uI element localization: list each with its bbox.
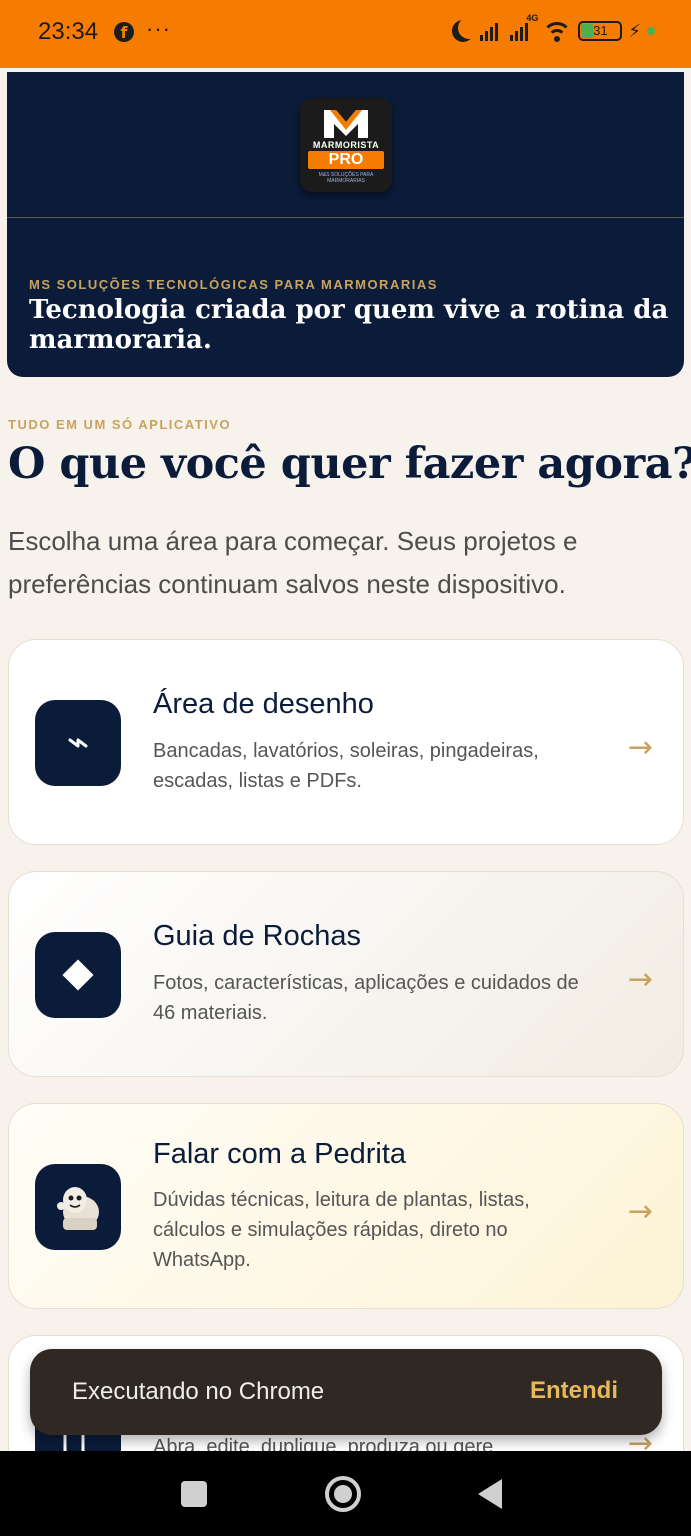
network-label: 4G: [526, 13, 539, 23]
card-talk-to-pedrita[interactable]: Falar com a Pedrita Dúvidas técnicas, le…: [8, 1103, 684, 1309]
card-title: Guia de Rochas: [153, 920, 361, 952]
back-button[interactable]: [478, 1479, 502, 1509]
card-description: Dúvidas técnicas, leitura de plantas, li…: [153, 1189, 530, 1271]
dismiss-button[interactable]: Entendi: [530, 1377, 618, 1405]
more-notifications-icon: ···: [146, 16, 171, 41]
page-subtitle: Escolha uma área para começar. Seus proj…: [8, 526, 578, 599]
status-time: 23:34: [38, 18, 99, 45]
card-description: Bancadas, lavatórios, soleiras, pingadei…: [153, 740, 539, 792]
snackbar: Executando no Chrome Entendi: [30, 1349, 662, 1435]
card-drawing-area[interactable]: Área de desenho Bancadas, lavatórios, so…: [8, 639, 684, 845]
logo-mark-icon: [324, 110, 368, 138]
hero-divider: [7, 217, 684, 218]
logo-tagline: M&S SOLUÇÕES PARA MARMORARIAS: [318, 172, 374, 184]
diamond-icon: [35, 932, 121, 1018]
card-rock-guide[interactable]: Guia de Rochas Fotos, características, a…: [8, 871, 684, 1077]
arrow-right-icon: →: [627, 962, 653, 997]
hero-banner: MARMORISTA PRO M&S SOLUÇÕES PARA MARMORA…: [7, 72, 684, 377]
logo-name: MARMORISTA: [312, 140, 380, 150]
snackbar-message: Executando no Chrome: [72, 1378, 325, 1405]
signal-icon: [480, 21, 499, 41]
hero-kicker: MS SOLUÇÕES TECNOLÓGICAS PARA MARMORARIA…: [29, 277, 438, 292]
battery-level: 31: [593, 23, 608, 38]
battery-icon: 31: [578, 21, 623, 41]
privacy-indicator-icon: [647, 27, 655, 35]
section-kicker: TUDO EM UM SÓ APLICATIVO: [8, 417, 232, 432]
signal-4g-icon: 4G: [504, 13, 538, 41]
moon-icon: [458, 17, 480, 39]
wifi-icon: [542, 20, 573, 42]
hero-tagline: Tecnologia criada por quem vive a rotina…: [29, 295, 669, 355]
lightning-icon: [35, 700, 121, 786]
status-bar: 23:34 f ··· 4G 31 ⚡: [0, 0, 691, 68]
recent-apps-button[interactable]: [181, 1481, 207, 1507]
card-description: Fotos, características, aplicações e cui…: [153, 972, 579, 1024]
arrow-right-icon: →: [627, 1194, 653, 1229]
pedrita-mascot-icon: [35, 1164, 121, 1250]
page-title: O que você quer fazer agora?: [8, 439, 691, 489]
card-title: Falar com a Pedrita: [153, 1138, 407, 1170]
charging-icon: ⚡: [628, 20, 641, 42]
home-button[interactable]: [325, 1476, 361, 1512]
marmorista-pro-logo: MARMORISTA PRO M&S SOLUÇÕES PARA MARMORA…: [300, 98, 392, 192]
navigation-bar: [0, 1451, 691, 1536]
facebook-icon: f: [114, 22, 134, 42]
logo-pro: PRO: [308, 151, 384, 169]
card-title: Área de desenho: [153, 688, 374, 720]
arrow-right-icon: →: [627, 730, 653, 765]
